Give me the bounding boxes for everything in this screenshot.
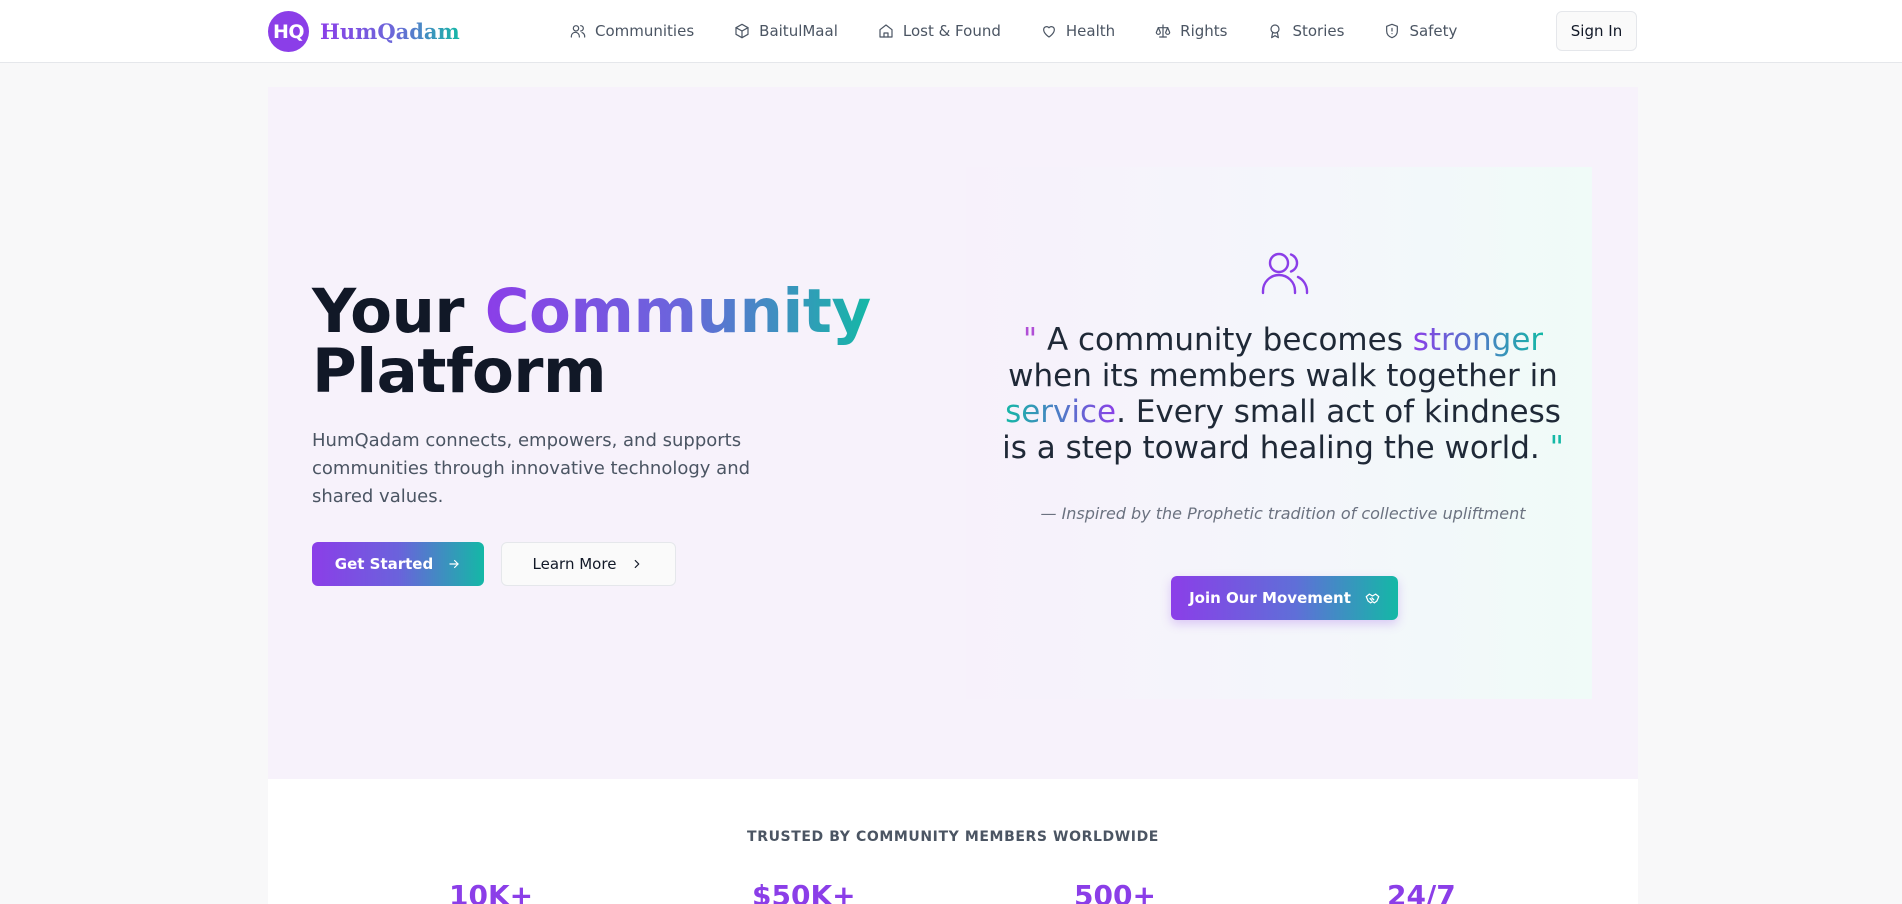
quote-text-part2: when its members walk together in: [1008, 358, 1558, 394]
nav-label: Safety: [1409, 22, 1458, 40]
quote-close-mark: ": [1549, 430, 1564, 466]
scale-icon: [1155, 24, 1171, 38]
main-nav: Communities BaitulMaal Lost & Found Heal…: [570, 0, 1497, 62]
community-quote: " A community becomes stronger when its …: [990, 322, 1576, 466]
get-started-label: Get Started: [334, 555, 434, 573]
learn-more-label: Learn More: [532, 555, 617, 573]
stat-value: 24/7: [1387, 879, 1456, 904]
top-navbar: HQ HumQadam Communities BaitulMaal Lost …: [0, 0, 1902, 63]
quote-text-part1: A community becomes: [1046, 322, 1413, 358]
nav-label: Communities: [595, 22, 695, 40]
hero-title-suffix: Platform: [312, 336, 607, 407]
brand-logo[interactable]: HQ HumQadam: [268, 11, 460, 52]
trusted-heading: TRUSTED BY COMMUNITY MEMBERS WORLDWIDE: [747, 829, 1159, 845]
nav-item-health[interactable]: Health: [1041, 22, 1115, 40]
nav-label: Lost & Found: [902, 22, 1001, 40]
stat-value: $50K+: [752, 879, 856, 904]
arrow-right-icon: [449, 559, 459, 569]
box-icon: [735, 23, 749, 39]
users-icon: [570, 25, 586, 38]
nav-item-communities[interactable]: Communities: [570, 22, 694, 40]
home-icon: [879, 24, 893, 38]
learn-more-button[interactable]: Learn More: [501, 542, 676, 586]
hero-title: Your Community Platform: [312, 281, 871, 402]
get-started-button[interactable]: Get Started: [312, 542, 484, 586]
nav-label: BaitulMaal: [759, 22, 838, 40]
nav-item-safety[interactable]: Safety: [1384, 22, 1457, 40]
nav-item-lost-found[interactable]: Lost & Found: [878, 22, 1001, 40]
chevron-right-icon: [635, 559, 640, 569]
users-icon: [1260, 250, 1310, 296]
hero-description: HumQadam connects, empowers, and support…: [312, 430, 751, 507]
stat-value: 500+: [1074, 879, 1156, 904]
logo-badge: HQ: [268, 11, 309, 52]
nav-item-baitulmaal[interactable]: BaitulMaal: [734, 22, 838, 40]
nav-label: Stories: [1292, 22, 1345, 40]
handshake-icon: [1365, 593, 1380, 603]
stat-value: 10K+: [449, 879, 534, 904]
nav-label: Rights: [1180, 22, 1228, 40]
nav-label: Health: [1065, 22, 1116, 40]
award-icon: [1270, 24, 1281, 39]
nav-item-stories[interactable]: Stories: [1267, 22, 1344, 40]
heart-icon: [1042, 26, 1055, 38]
join-movement-label: Join Our Movement: [1189, 589, 1351, 607]
quote-highlight-stronger: stronger: [1412, 322, 1544, 358]
quote-open-mark: ": [1022, 322, 1038, 358]
sign-in-button[interactable]: Sign In: [1556, 11, 1637, 51]
quote-attribution: — Inspired by the Prophetic tradition of…: [1040, 504, 1526, 523]
nav-item-rights[interactable]: Rights: [1155, 22, 1227, 40]
stats-section: TRUSTED BY COMMUNITY MEMBERS WORLDWIDE 1…: [268, 779, 1638, 904]
quote-highlight-service: service: [1005, 394, 1117, 430]
join-movement-button[interactable]: Join Our Movement: [1171, 576, 1398, 620]
shield-icon: [1386, 23, 1399, 39]
brand-name: HumQadam: [320, 19, 460, 44]
